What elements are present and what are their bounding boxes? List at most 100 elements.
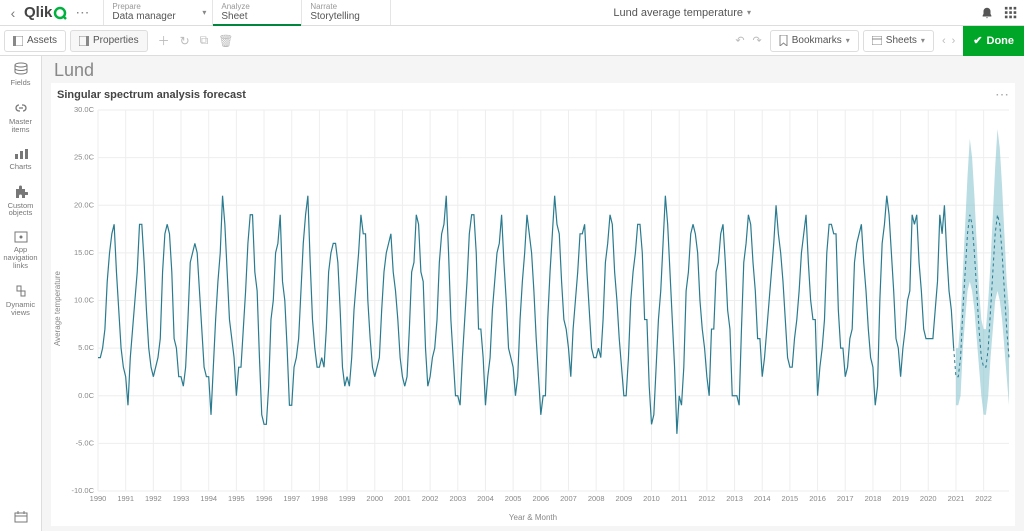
toolbar: Assets Properties ＋ ↻ ⧉ 🗑 ↶ ↷ Bookmarks … (0, 26, 1024, 56)
tab-main: Data manager (112, 11, 204, 23)
tab-analyze[interactable]: Analyze Sheet (212, 0, 302, 25)
svg-text:1995: 1995 (228, 494, 245, 503)
bell-icon[interactable] (980, 6, 994, 20)
brand-text: Qlik (24, 4, 52, 21)
panel-right-icon (79, 36, 89, 46)
svg-text:2007: 2007 (560, 494, 577, 503)
more-icon[interactable]: ⋯ (69, 4, 95, 21)
svg-text:5.0C: 5.0C (78, 343, 94, 352)
back-button[interactable]: ‹ (4, 5, 22, 21)
svg-text:10.0C: 10.0C (74, 296, 95, 305)
sheets-button[interactable]: Sheets ▾ (863, 30, 934, 52)
calendar-icon (14, 511, 28, 523)
bookmark-icon (779, 35, 788, 46)
svg-text:30.0C: 30.0C (74, 106, 95, 114)
panel-item-dynamic[interactable]: Dynamic views (0, 284, 41, 317)
assets-toggle[interactable]: Assets (4, 30, 66, 52)
bar-chart-icon (13, 148, 29, 160)
panel-label: Master items (0, 118, 41, 134)
svg-text:2008: 2008 (588, 494, 605, 503)
panel-item-master[interactable]: Master items (0, 101, 41, 134)
tab-narrate[interactable]: Narrate Storytelling (301, 0, 391, 25)
svg-text:2020: 2020 (920, 494, 937, 503)
chart-object[interactable]: Singular spectrum analysis forecast ⋯ Av… (50, 82, 1016, 527)
svg-text:2012: 2012 (699, 494, 716, 503)
svg-text:25.0C: 25.0C (74, 153, 95, 162)
app-name-dropdown[interactable]: Lund average temperature ▾ (390, 0, 974, 25)
panel-item-fields[interactable]: Fields (0, 62, 41, 87)
brand-logo[interactable]: Qlik (22, 4, 69, 21)
app-name-label: Lund average temperature (613, 7, 743, 19)
svg-text:1997: 1997 (283, 494, 300, 503)
assets-panel: Fields Master items Charts Custom object… (0, 56, 42, 531)
properties-label: Properties (93, 35, 139, 46)
xaxis-label: Year & Month (51, 511, 1015, 526)
panel-item-custom[interactable]: Custom objects (0, 185, 41, 218)
svg-text:15.0C: 15.0C (74, 248, 95, 257)
copy-icon[interactable]: ⧉ (200, 33, 209, 48)
chart-svg: -10.0C-5.0C0.0C5.0C10.0C15.0C20.0C25.0C3… (64, 106, 1015, 511)
svg-text:2022: 2022 (975, 494, 992, 503)
svg-text:2009: 2009 (615, 494, 632, 503)
check-icon: ✔ (973, 34, 982, 47)
chart-plot[interactable]: -10.0C-5.0C0.0C5.0C10.0C15.0C20.0C25.0C3… (64, 106, 1015, 511)
panel-item-nav[interactable]: App navigation links (0, 231, 41, 270)
svg-text:2013: 2013 (726, 494, 743, 503)
sheets-label: Sheets (886, 35, 917, 46)
panel-left-icon (13, 36, 23, 46)
panel-label: Dynamic views (0, 301, 41, 317)
app-grid-icon[interactable] (1004, 6, 1018, 20)
panel-item-charts[interactable]: Charts (0, 148, 41, 171)
svg-text:2000: 2000 (366, 494, 383, 503)
svg-text:1992: 1992 (145, 494, 162, 503)
svg-text:1991: 1991 (117, 494, 134, 503)
panel-label: App navigation links (0, 246, 41, 270)
properties-toggle[interactable]: Properties (70, 30, 148, 52)
history-icons: ↶ ↷ (735, 34, 761, 47)
delete-icon[interactable]: 🗑 (218, 34, 233, 48)
svg-text:1996: 1996 (256, 494, 273, 503)
chart-title: Singular spectrum analysis forecast (57, 89, 246, 101)
prev-sheet-icon[interactable]: ‹ (942, 35, 946, 47)
svg-text:2006: 2006 (532, 494, 549, 503)
link-icon (13, 101, 29, 115)
chevron-down-icon[interactable]: ▾ (202, 8, 206, 17)
chart-body: Average temperature -10.0C-5.0C0.0C5.0C1… (51, 106, 1015, 511)
svg-text:2011: 2011 (671, 494, 687, 503)
svg-text:2018: 2018 (865, 494, 882, 503)
chart-menu-icon[interactable]: ⋯ (995, 86, 1009, 103)
svg-text:2016: 2016 (809, 494, 826, 503)
panel-label: Fields (10, 79, 30, 87)
tab-main: Storytelling (310, 11, 382, 23)
svg-text:1990: 1990 (90, 494, 107, 503)
chevron-down-icon: ▾ (747, 8, 751, 17)
redo-icon[interactable]: ↻ (180, 34, 190, 48)
top-bar-right (974, 0, 1024, 25)
svg-text:2015: 2015 (782, 494, 799, 503)
svg-text:2005: 2005 (505, 494, 522, 503)
add-icon[interactable]: ＋ (158, 32, 170, 49)
panel-item-calendar[interactable] (0, 511, 41, 523)
svg-text:2019: 2019 (892, 494, 909, 503)
top-tabs: Prepare Data manager ▾ Analyze Sheet Nar… (103, 0, 390, 25)
tab-main: Sheet (221, 11, 293, 23)
done-button[interactable]: ✔ Done (963, 26, 1024, 56)
done-label: Done (987, 35, 1015, 47)
tab-prepare[interactable]: Prepare Data manager ▾ (103, 0, 213, 25)
undo-icon[interactable]: ↶ (735, 34, 744, 47)
chevron-down-icon: ▾ (921, 36, 925, 45)
svg-text:1993: 1993 (173, 494, 190, 503)
sheet-nav: ‹ › (942, 35, 955, 47)
nav-icon (14, 231, 28, 243)
svg-text:2021: 2021 (948, 494, 965, 503)
bookmarks-button[interactable]: Bookmarks ▾ (770, 30, 859, 52)
svg-text:1994: 1994 (200, 494, 217, 503)
redo2-icon[interactable]: ↷ (753, 34, 762, 47)
panel-label: Charts (9, 163, 31, 171)
edit-tool-icons: ＋ ↻ ⧉ 🗑 (158, 32, 234, 49)
fields-icon (13, 62, 29, 76)
next-sheet-icon[interactable]: › (952, 35, 956, 47)
svg-text:1998: 1998 (311, 494, 328, 503)
puzzle-icon (14, 185, 28, 199)
svg-text:2002: 2002 (422, 494, 439, 503)
